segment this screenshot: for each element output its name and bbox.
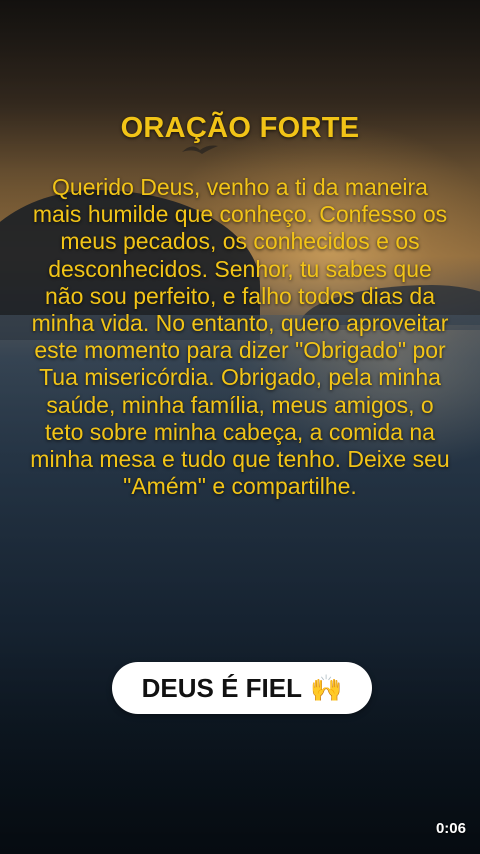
raising-hands-icon: 🙌	[309, 673, 343, 703]
video-timestamp: 0:06	[435, 820, 466, 837]
prayer-text: Querido Deus, venho a ti da maneira mais…	[30, 174, 450, 500]
button-label: DEUS É FIEL	[141, 672, 302, 703]
video-frame[interactable]: ORAÇÃO FORTE Querido Deus, venho a ti da…	[0, 0, 480, 854]
deus-e-fiel-button[interactable]: DEUS É FIEL 🙌	[112, 662, 372, 714]
page-title: ORAÇÃO FORTE	[120, 112, 360, 144]
